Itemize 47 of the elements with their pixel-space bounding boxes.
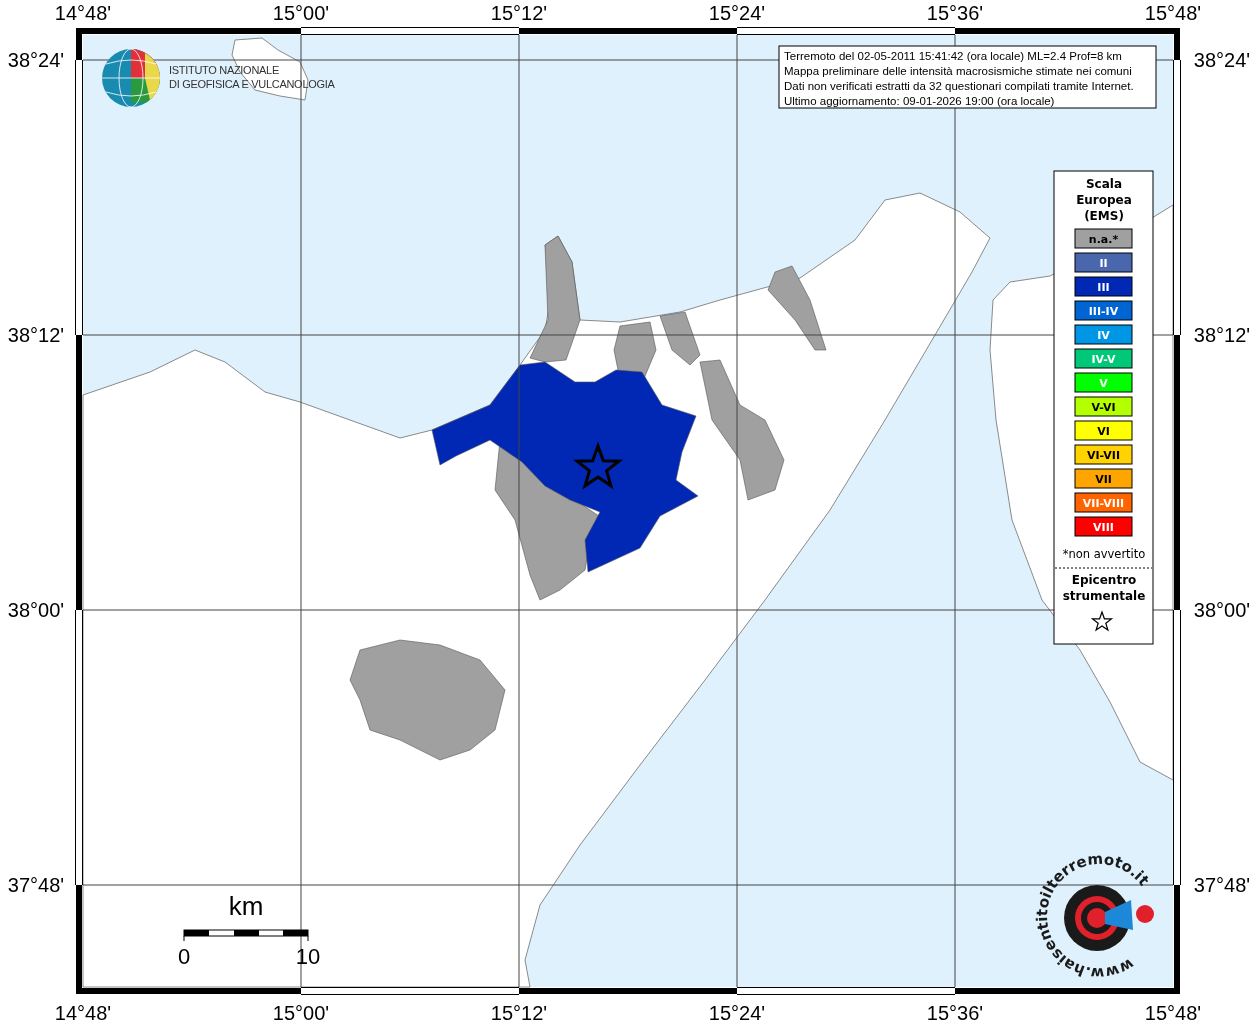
intensity-label: VIII (1093, 521, 1114, 534)
longitude-label: 15°00' (272, 2, 330, 24)
intensity-label: VI-VII (1086, 449, 1121, 462)
longitude-label: 15°24' (708, 1002, 766, 1024)
scale-label: 10 (295, 944, 321, 969)
star-icon (1090, 610, 1114, 632)
intensity-label: III (1097, 281, 1110, 294)
intensity-label: V (1099, 377, 1108, 390)
longitude-label: 15°36' (926, 2, 984, 24)
latitude-label: 38°00' (7, 599, 65, 621)
longitude-label: 14°48' (54, 2, 112, 24)
info-line: Terremoto del 02-05-2011 15:41:42 (ora locale) ML=2.4 Prof=8 km (784, 50, 1122, 62)
intensity-label: VII (1095, 473, 1112, 486)
longitude-label: 15°12' (490, 1002, 548, 1024)
intensity-label: VI (1097, 425, 1110, 438)
institute-name: ISTITUTO NAZIONALE DI GEOFISICA E VULCANOLOGIA (169, 64, 335, 90)
scale-label: 0 (177, 944, 191, 969)
globe-logo-icon (101, 48, 161, 108)
longitude-label: 15°36' (926, 1002, 984, 1024)
longitude-label: 14°48' (54, 1002, 112, 1024)
latitude-label: 38°24' (1193, 49, 1251, 71)
longitude-label: 15°48' (1144, 2, 1202, 24)
intensity-label: II (1099, 257, 1108, 270)
latitude-label: 37°48' (7, 874, 65, 896)
intensity-label: V-VI (1091, 401, 1116, 414)
longitude-label: 15°24' (708, 2, 766, 24)
scale-unit: km (228, 891, 264, 921)
intensity-label: n.a.* (1088, 233, 1119, 246)
latitude-label: 38°12' (7, 324, 65, 346)
epicenter-label: Epicentro strumentale (1062, 573, 1146, 603)
intensity-label: III-IV (1088, 305, 1119, 318)
latitude-label: 37°48' (1193, 874, 1251, 896)
info-line: Dati non verificati estratti da 32 questionari compilati tramite Internet. (784, 80, 1134, 92)
longitude-label: 15°48' (1144, 1002, 1202, 1024)
legend-note: *non avvertito (1062, 547, 1146, 561)
latitude-label: 38°24' (7, 49, 65, 71)
epicenter-star-icon (572, 441, 624, 490)
longitude-label: 15°12' (490, 2, 548, 24)
info-line: Ultimo aggiornamento: 09-01-2026 19:00 (ora locale) (784, 95, 1055, 107)
latitude-label: 38°12' (1193, 324, 1251, 346)
intensity-label: IV (1097, 329, 1110, 342)
longitude-label: 15°00' (272, 1002, 330, 1024)
info-line: Mappa preliminare delle intensità macrosismiche stimate nei comuni (784, 65, 1132, 77)
latitude-label: 38°00' (1193, 599, 1251, 621)
intensity-label: IV-V (1091, 353, 1116, 366)
legend-title: Scala Europea (EMS) (1076, 177, 1132, 223)
intensity-label: VII-VIII (1082, 497, 1125, 510)
